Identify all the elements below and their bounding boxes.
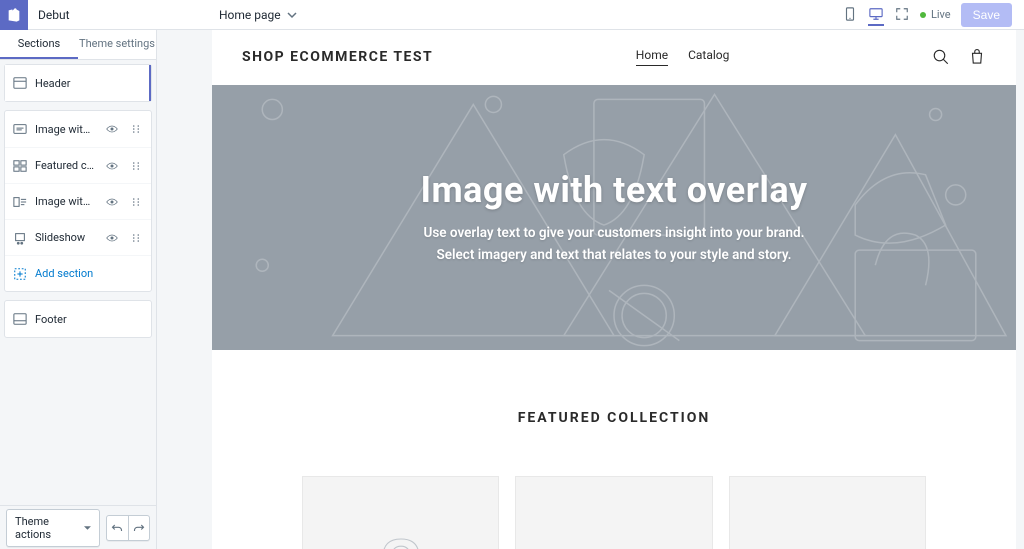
tab-theme-settings[interactable]: Theme settings	[78, 30, 156, 59]
hero-subtitle: Use overlay text to give your customers …	[424, 223, 805, 266]
nav-link-home[interactable]: Home	[636, 48, 668, 66]
tab-sections[interactable]: Sections	[0, 30, 78, 59]
save-button[interactable]: Save	[961, 3, 1012, 27]
theme-actions-label: Theme actions	[15, 515, 78, 541]
section-item-image-text[interactable]: Image with text	[5, 183, 151, 219]
topbar-right: Live Save	[920, 3, 1024, 27]
sidebar: Sections Theme settings Header Image wit…	[0, 30, 157, 549]
section-item-slideshow[interactable]: Slideshow	[5, 219, 151, 255]
preview-canvas: SHOP ECOMMERCE TEST Home Catalog	[157, 30, 1024, 549]
drag-handle-icon[interactable]	[129, 231, 143, 245]
hero-bg-illustration	[212, 85, 1016, 350]
hero-sub-line2: Select imagery and text that relates to …	[437, 247, 792, 263]
visibility-icon[interactable]	[105, 231, 119, 245]
hero-section: Image with text overlay Use overlay text…	[212, 85, 1016, 350]
store-preview: SHOP ECOMMERCE TEST Home Catalog	[212, 30, 1016, 549]
section-label: Image with text	[35, 195, 95, 208]
viewport-fullscreen-button[interactable]	[894, 4, 910, 26]
product-placeholder[interactable]	[729, 476, 926, 549]
sidebar-tabs: Sections Theme settings	[0, 30, 156, 60]
viewport-buttons	[842, 4, 920, 26]
section-label: Header	[35, 77, 141, 90]
caret-down-icon	[84, 524, 91, 532]
section-label: Slideshow	[35, 231, 95, 244]
collection-icon	[13, 159, 27, 173]
header-section-icon	[13, 76, 27, 90]
store-nav: Home Catalog	[433, 48, 932, 66]
section-label: Footer	[35, 313, 143, 326]
preview-scroll[interactable]: SHOP ECOMMERCE TEST Home Catalog	[157, 30, 1024, 549]
live-label: Live	[931, 8, 951, 21]
topbar: Debut Home page Live Save	[0, 0, 1024, 30]
add-icon	[13, 267, 27, 281]
section-label: Image with text ov...	[35, 123, 95, 136]
section-item-footer[interactable]: Footer	[5, 301, 151, 337]
footer-section-icon	[13, 312, 27, 326]
shopify-logo-icon[interactable]	[0, 0, 28, 30]
drag-handle-icon[interactable]	[129, 195, 143, 209]
template-selector[interactable]: Home page	[219, 8, 297, 22]
topbar-left: Debut	[0, 0, 157, 29]
search-icon[interactable]	[932, 48, 950, 66]
drag-handle-icon[interactable]	[129, 159, 143, 173]
featured-collection-section: FEATURED COLLECTION	[212, 350, 1016, 446]
drag-handle-icon[interactable]	[129, 122, 143, 136]
template-label: Home page	[219, 8, 281, 22]
product-placeholder[interactable]	[515, 476, 712, 549]
topbar-center: Home page	[157, 8, 842, 22]
add-section-label: Add section	[35, 267, 143, 280]
visibility-icon[interactable]	[105, 122, 119, 136]
hero-title: Image with text overlay	[420, 169, 807, 211]
section-item-image-overlay[interactable]: Image with text ov...	[5, 111, 151, 147]
theme-actions-button[interactable]: Theme actions	[6, 509, 100, 547]
image-overlay-icon	[13, 122, 27, 136]
product-grid	[212, 446, 1016, 549]
product-placeholder[interactable]	[302, 476, 499, 549]
section-label: Featured collection	[35, 159, 95, 172]
featured-title: FEATURED COLLECTION	[242, 410, 986, 426]
section-item-featured-collection[interactable]: Featured collection	[5, 147, 151, 183]
visibility-icon[interactable]	[105, 159, 119, 173]
hero-sub-line1: Use overlay text to give your customers …	[424, 225, 805, 241]
viewport-mobile-button[interactable]	[842, 4, 858, 26]
bottombar: Theme actions	[0, 505, 156, 549]
visibility-icon[interactable]	[105, 195, 119, 209]
redo-button[interactable]	[128, 516, 149, 540]
cart-icon[interactable]	[968, 48, 986, 66]
image-text-icon	[13, 195, 27, 209]
live-dot-icon	[920, 12, 926, 18]
slideshow-icon	[13, 231, 27, 245]
section-list: Header Image with text ov... Featured co…	[0, 60, 156, 505]
theme-name: Debut	[28, 8, 70, 22]
store-header-icons	[932, 48, 986, 66]
nav-link-catalog[interactable]: Catalog	[688, 48, 729, 66]
store-logo[interactable]: SHOP ECOMMERCE TEST	[242, 49, 433, 65]
add-section-button[interactable]: Add section	[5, 255, 151, 291]
live-indicator: Live	[920, 8, 951, 21]
undo-button[interactable]	[107, 516, 128, 540]
section-item-header[interactable]: Header	[5, 65, 151, 101]
chevron-down-icon	[287, 10, 297, 20]
store-header: SHOP ECOMMERCE TEST Home Catalog	[212, 30, 1016, 85]
undo-redo-group	[106, 515, 150, 541]
viewport-desktop-button[interactable]	[868, 4, 884, 26]
